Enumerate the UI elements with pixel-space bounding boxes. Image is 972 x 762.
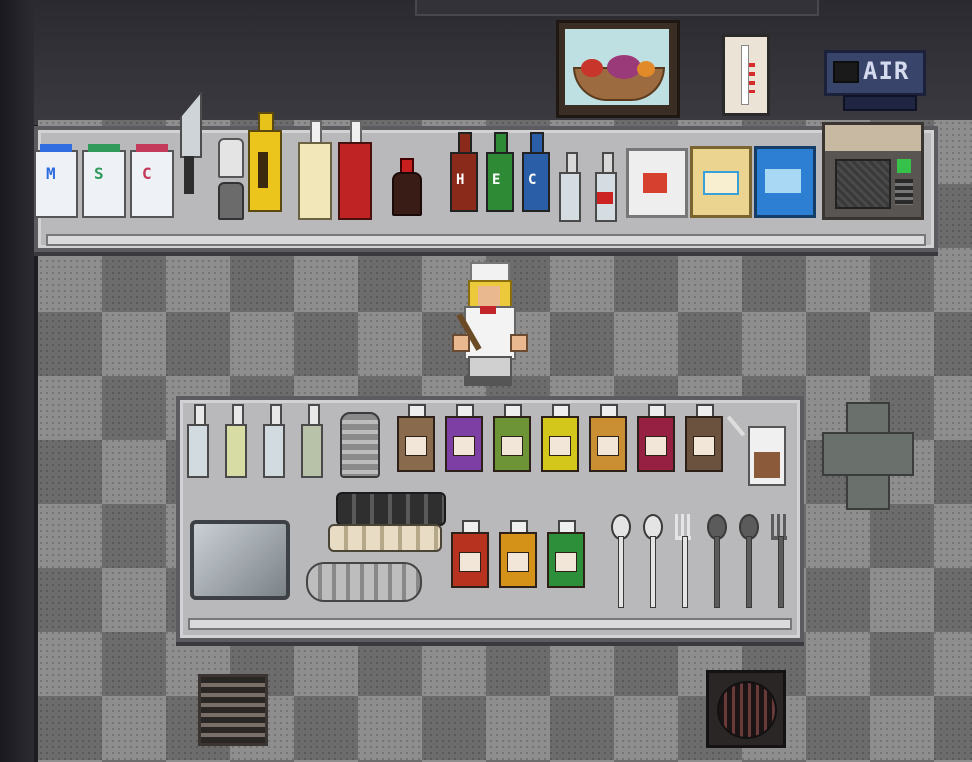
grape-icon — [453, 436, 475, 456]
juice-jug-yellow[interactable] — [540, 404, 580, 472]
floor-drain[interactable] — [706, 670, 786, 748]
glass-bottle[interactable] — [300, 404, 324, 478]
rice-sack[interactable] — [690, 146, 752, 218]
fork-utensil[interactable] — [674, 514, 694, 608]
chef-neckerchief — [480, 306, 496, 314]
floor-vent-cross — [822, 402, 914, 510]
juice-jug-lime[interactable] — [546, 520, 586, 588]
mayo-squeeze-bottle[interactable] — [298, 120, 332, 220]
chef-character[interactable] — [452, 262, 528, 388]
water-bottle[interactable] — [558, 152, 582, 222]
fork-utensil[interactable] — [770, 514, 790, 608]
sauce-bottle-h[interactable]: H — [450, 132, 478, 212]
tomato-icon — [459, 552, 481, 572]
serving-tray[interactable] — [190, 520, 290, 600]
grapes-icon — [607, 55, 641, 79]
shaker-label: M — [46, 164, 56, 183]
orange-icon — [507, 552, 529, 572]
air-alarm-panel[interactable]: AIR — [824, 50, 926, 111]
microwave-window — [835, 159, 891, 209]
juice-jug-dark-brown[interactable] — [684, 404, 724, 472]
shaker-label: S — [94, 164, 104, 183]
milk-carton[interactable] — [754, 146, 816, 218]
left-wall — [0, 0, 34, 762]
chef-face — [478, 286, 500, 306]
chef-left-hand — [452, 334, 470, 352]
spice-shaker-c[interactable]: C — [130, 144, 174, 218]
cooking-oil-bottle[interactable] — [248, 112, 282, 212]
spoon-utensil[interactable] — [610, 514, 631, 608]
juice-jug-crimson[interactable] — [636, 404, 676, 472]
sauce-bottle-c[interactable]: C — [522, 132, 550, 212]
sauce-label: H — [456, 172, 465, 188]
juice-jug-purple[interactable] — [444, 404, 484, 472]
vinegar-bottle[interactable] — [594, 152, 618, 222]
spoon-utensil[interactable] — [706, 514, 727, 608]
fruit-basket-painting[interactable] — [556, 20, 680, 118]
soy-sauce-bottle[interactable] — [392, 158, 422, 216]
spice-shaker-s[interactable]: S — [82, 144, 126, 218]
glass-bottle[interactable] — [186, 404, 210, 478]
air-alarm-vent — [843, 95, 917, 111]
metal-canister[interactable] — [340, 412, 380, 478]
muffin-tray[interactable] — [336, 492, 446, 526]
juice-jug-brown[interactable] — [396, 404, 436, 472]
pepper-shaker[interactable] — [218, 182, 244, 220]
watermelon-icon — [501, 436, 523, 456]
salt-shaker[interactable] — [218, 138, 244, 178]
thermometer[interactable] — [722, 34, 770, 116]
chef-right-hand — [510, 334, 528, 352]
baking-sheet[interactable] — [306, 562, 422, 602]
microwave-keypad[interactable] — [895, 179, 913, 205]
juice-box[interactable] — [748, 426, 786, 486]
wall-trim — [415, 0, 819, 16]
glass-bottle[interactable] — [224, 404, 248, 478]
spoon-utensil[interactable] — [642, 514, 663, 608]
glass-bottle[interactable] — [262, 404, 286, 478]
sauce-bottle-e[interactable]: E — [486, 132, 514, 212]
lime-icon — [555, 552, 577, 572]
shaker-label: C — [142, 164, 152, 183]
carrot-icon — [597, 436, 619, 456]
juice-jug-tomato[interactable] — [450, 520, 490, 588]
game-scene: AIR M S C H E C — [0, 0, 972, 762]
box-icon — [693, 436, 715, 456]
sauce-label: C — [528, 172, 537, 188]
ketchup-squeeze-bottle[interactable] — [338, 120, 372, 220]
banana-icon — [549, 436, 571, 456]
alarm-led — [833, 61, 859, 83]
juice-jug-green[interactable] — [492, 404, 532, 472]
berry-icon — [645, 436, 667, 456]
spoon-utensil[interactable] — [738, 514, 759, 608]
juice-jug-orange[interactable] — [588, 404, 628, 472]
air-alarm-label: AIR — [863, 57, 910, 85]
bag-icon — [405, 436, 427, 456]
microwave-display — [897, 159, 911, 173]
floor-grate[interactable] — [198, 674, 268, 746]
egg-carton[interactable] — [328, 524, 442, 552]
spice-shaker-m[interactable]: M — [34, 144, 78, 218]
microwave[interactable] — [822, 122, 924, 220]
flour-sack[interactable] — [626, 148, 688, 218]
juice-jug-orange-juice[interactable] — [498, 520, 538, 588]
kitchen-knife[interactable] — [176, 92, 202, 202]
chef-shoes — [464, 376, 512, 386]
sauce-label: E — [492, 172, 501, 188]
